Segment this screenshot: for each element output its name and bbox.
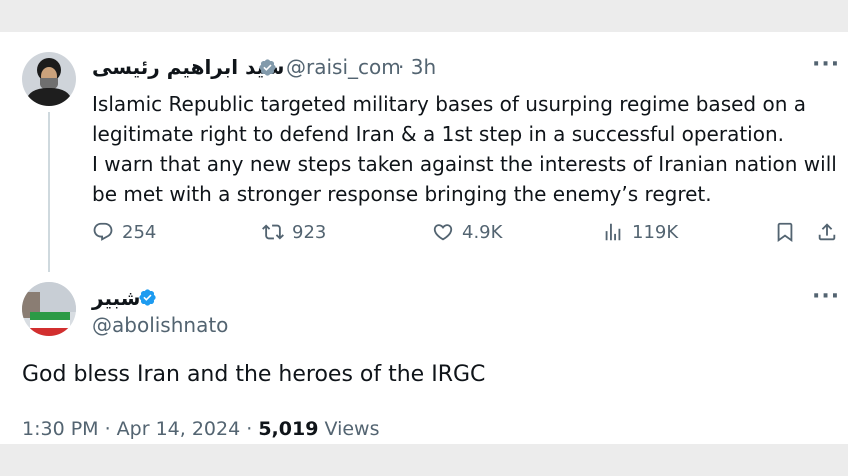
views-icon bbox=[605, 223, 621, 241]
reply-button[interactable]: 254 bbox=[92, 219, 156, 245]
like-count: 4.9K bbox=[462, 221, 503, 243]
share-button[interactable] bbox=[816, 219, 838, 245]
repost-icon bbox=[262, 224, 284, 240]
views-button[interactable]: 119K bbox=[602, 219, 678, 245]
like-icon bbox=[433, 224, 453, 241]
post-meta: 1:30 PM · Apr 14, 2024 · 5,019 Views bbox=[22, 418, 379, 440]
tweet-line: I warn that any new steps taken against … bbox=[92, 152, 837, 176]
verified-gray-icon bbox=[259, 59, 276, 76]
verified-blue-icon bbox=[139, 289, 156, 306]
share-icon bbox=[818, 223, 836, 241]
parent-tweet-text: Islamic Republic targeted military bases… bbox=[92, 89, 837, 209]
bookmark-button[interactable] bbox=[774, 219, 796, 245]
tweet-line: legitimate right to defend Iran & a 1st … bbox=[92, 122, 785, 146]
like-button[interactable]: 4.9K bbox=[432, 219, 502, 245]
parent-handle[interactable]: @raisi_com bbox=[286, 55, 401, 79]
views-total: 5,019 bbox=[258, 418, 319, 440]
raisi-avatar[interactable] bbox=[22, 52, 76, 106]
reply-icon bbox=[93, 222, 113, 241]
parent-display-name[interactable]: سید ابراهیم رئیسی bbox=[92, 55, 284, 79]
reply-handle[interactable]: @abolishnato bbox=[92, 313, 228, 337]
reply-tweet-text: God bless Iran and the heroes of the IRG… bbox=[22, 362, 486, 387]
repost-button[interactable]: 923 bbox=[262, 219, 326, 245]
abolishnato-avatar[interactable] bbox=[22, 282, 76, 336]
views-count: 119K bbox=[632, 221, 679, 243]
more-options-icon[interactable]: ··· bbox=[812, 52, 840, 77]
tweet-line: Islamic Republic targeted military bases… bbox=[92, 92, 806, 116]
reply-display-name[interactable]: شبير bbox=[92, 286, 140, 310]
post-card: سید ابراهیم رئیسی @raisi_com · 3h ··· Is… bbox=[0, 32, 848, 444]
parent-time[interactable]: · 3h bbox=[398, 55, 436, 79]
views-label: Views bbox=[324, 418, 380, 440]
more-options-icon[interactable]: ··· bbox=[812, 284, 840, 309]
reply-count: 254 bbox=[122, 221, 157, 243]
tweet-line: be met with a stronger response bringing… bbox=[92, 182, 712, 206]
thread-line bbox=[48, 112, 50, 272]
post-timestamp[interactable]: 1:30 PM · Apr 14, 2024 · bbox=[22, 418, 252, 440]
bookmark-icon bbox=[777, 222, 793, 243]
repost-count: 923 bbox=[292, 221, 327, 243]
